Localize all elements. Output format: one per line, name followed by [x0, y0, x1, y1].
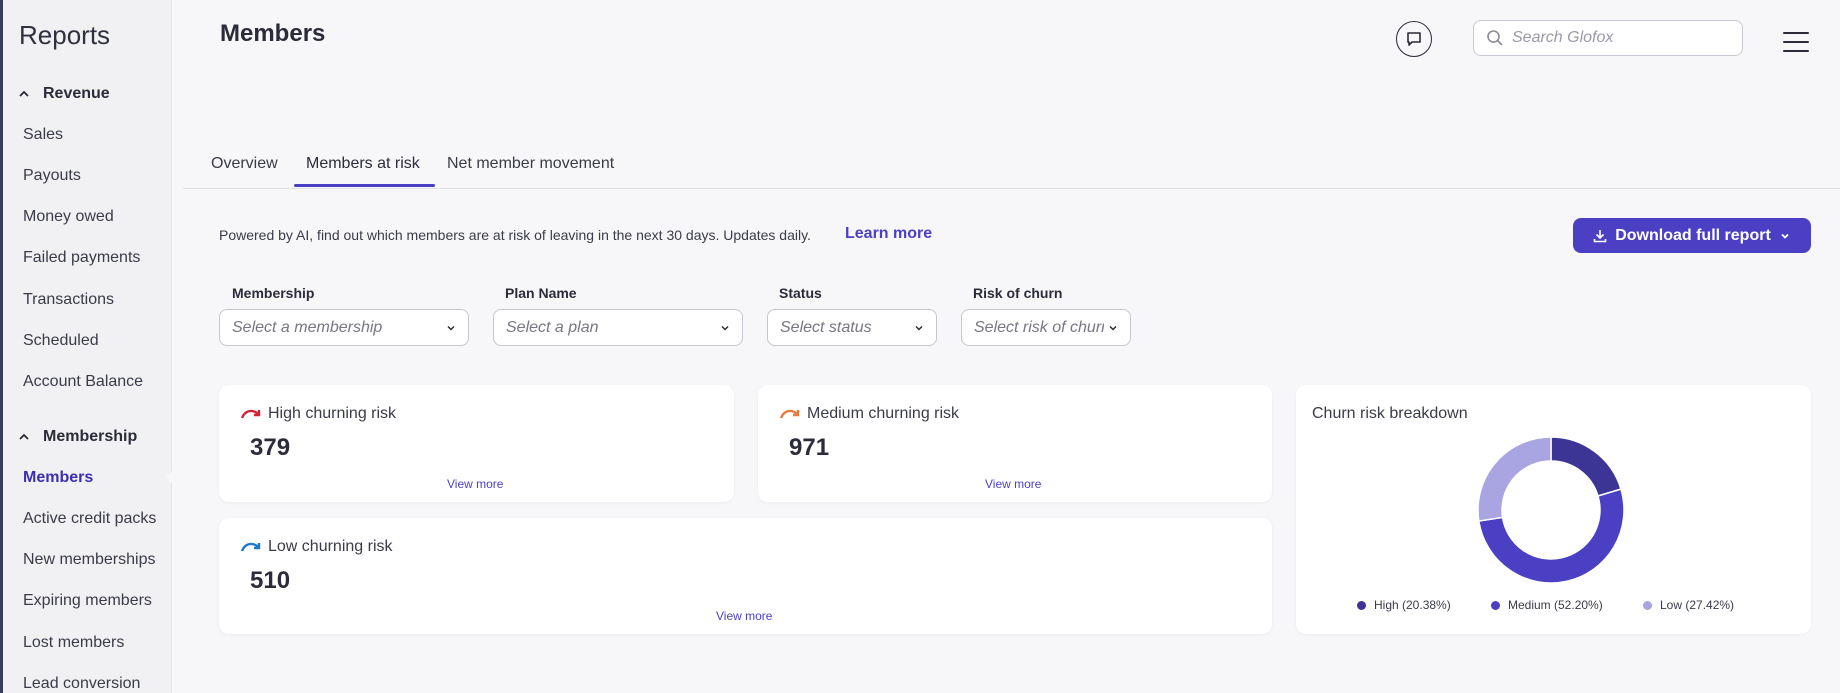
filter-label-status: Status — [779, 285, 822, 301]
tab-members-at-risk[interactable]: Members at risk — [306, 155, 420, 185]
sidebar: Reports Revenue Sales Payouts Money owed… — [0, 0, 176, 693]
legend-item-high: High (20.38%) — [1357, 598, 1451, 612]
view-more-link[interactable]: View more — [985, 477, 1041, 491]
legend-dot — [1491, 600, 1500, 610]
high-risk-card: High churning risk 379 View more — [219, 385, 734, 502]
sidebar-section-membership[interactable]: Membership — [17, 428, 137, 446]
membership-select[interactable]: Select a membership — [219, 309, 469, 346]
sidebar-item-lead-conversion[interactable]: Lead conversion — [23, 675, 140, 693]
filter-label-risk-of-churn: Risk of churn — [973, 285, 1063, 301]
sidebar-item-failed-payments[interactable]: Failed payments — [23, 249, 140, 267]
card-title-text: High churning risk — [268, 405, 397, 422]
chat-icon — [1407, 32, 1421, 46]
sidebar-item-active-credit-packs[interactable]: Active credit packs — [23, 510, 156, 528]
low-risk-count: 510 — [250, 567, 291, 594]
sidebar-item-new-memberships[interactable]: New memberships — [23, 551, 155, 569]
download-label: Download full report — [1615, 226, 1771, 244]
card-title-text: Low churning risk — [268, 538, 393, 555]
learn-more-link[interactable]: Learn more — [845, 225, 932, 243]
sidebar-item-sales[interactable]: Sales — [23, 126, 63, 144]
legend-dot — [1357, 600, 1366, 610]
view-more-link[interactable]: View more — [716, 609, 772, 623]
filter-label-plan-name: Plan Name — [505, 285, 577, 301]
sidebar-section-label: Membership — [43, 428, 138, 445]
chevron-down-icon — [721, 325, 729, 331]
chevron-up-icon — [19, 90, 29, 97]
chevron-up-icon — [19, 433, 29, 440]
menu-button[interactable] — [1783, 32, 1809, 52]
card-title-text: Medium churning risk — [807, 405, 960, 422]
chevron-down-icon — [447, 325, 455, 331]
download-report-button[interactable]: Download full report — [1573, 218, 1811, 253]
churn-breakdown-card: Churn risk breakdown — [1296, 385, 1811, 634]
search-icon — [1487, 30, 1503, 46]
chevron-down-icon — [915, 325, 923, 331]
medium-risk-count: 971 — [789, 434, 830, 461]
chevron-down-icon — [1109, 325, 1117, 331]
select-placeholder: Select risk of churn — [974, 318, 1104, 336]
sidebar-section-revenue[interactable]: Revenue — [17, 85, 110, 103]
legend-item-medium: Medium (52.20%) — [1491, 598, 1603, 612]
churn-donut-chart — [1477, 436, 1625, 584]
search-input[interactable] — [1512, 29, 1732, 47]
status-select[interactable]: Select status — [767, 309, 937, 346]
legend-item-low: Low (27.42%) — [1643, 598, 1734, 612]
sidebar-title: Reports — [19, 20, 111, 50]
legend-label: Medium (52.20%) — [1508, 598, 1603, 612]
legend-label: High (20.38%) — [1374, 598, 1451, 612]
sidebar-item-scheduled[interactable]: Scheduled — [23, 332, 99, 350]
menu-icon — [1783, 32, 1809, 34]
sidebar-item-lost-members[interactable]: Lost members — [23, 634, 124, 652]
chart-title: Churn risk breakdown — [1312, 405, 1468, 422]
report-tabs: Overview Members at risk Net member move… — [183, 150, 1840, 189]
tab-net-member-movement[interactable]: Net member movement — [447, 155, 614, 185]
active-item-indicator — [166, 467, 176, 487]
view-more-link[interactable]: View more — [447, 477, 503, 491]
card-title: High churning risk — [240, 405, 396, 423]
card-title: Low churning risk — [240, 538, 393, 556]
sidebar-section-label: Revenue — [43, 85, 110, 102]
select-placeholder: Select a membership — [232, 318, 383, 336]
donut-slice-low[interactable] — [1477, 436, 1552, 522]
low-risk-card: Low churning risk 510 View more — [219, 518, 1272, 634]
sidebar-item-transactions[interactable]: Transactions — [23, 291, 114, 309]
sidebar-item-account-balance[interactable]: Account Balance — [23, 373, 143, 391]
active-tab-indicator — [294, 184, 435, 187]
select-placeholder: Select status — [780, 318, 872, 336]
chevron-down-icon — [1781, 233, 1789, 239]
sidebar-item-payouts[interactable]: Payouts — [23, 167, 81, 185]
filter-label-membership: Membership — [232, 285, 315, 301]
plan-select[interactable]: Select a plan — [493, 309, 743, 346]
card-title: Medium churning risk — [779, 405, 959, 423]
sidebar-item-money-owed[interactable]: Money owed — [23, 208, 114, 226]
legend-dot — [1643, 600, 1652, 610]
select-placeholder: Select a plan — [506, 318, 599, 336]
trend-arrow-icon — [240, 409, 261, 419]
trend-arrow-icon — [779, 409, 800, 419]
download-icon — [1593, 229, 1607, 242]
risk-of-churn-select[interactable]: Select risk of churn — [961, 309, 1131, 346]
page-title: Members — [220, 20, 326, 47]
sidebar-item-expiring-members[interactable]: Expiring members — [23, 592, 152, 610]
chat-button[interactable] — [1396, 21, 1432, 57]
sidebar-item-members[interactable]: Members — [23, 469, 93, 487]
search-box[interactable] — [1473, 20, 1743, 56]
donut-slice-high[interactable] — [1550, 436, 1622, 497]
tab-overview[interactable]: Overview — [211, 155, 278, 185]
medium-risk-card: Medium churning risk 971 View more — [758, 385, 1272, 502]
legend-label: Low (27.42%) — [1660, 598, 1735, 612]
trend-arrow-icon — [240, 542, 261, 552]
intro-text: Powered by AI, find out which members ar… — [219, 227, 811, 243]
high-risk-count: 379 — [250, 434, 291, 461]
